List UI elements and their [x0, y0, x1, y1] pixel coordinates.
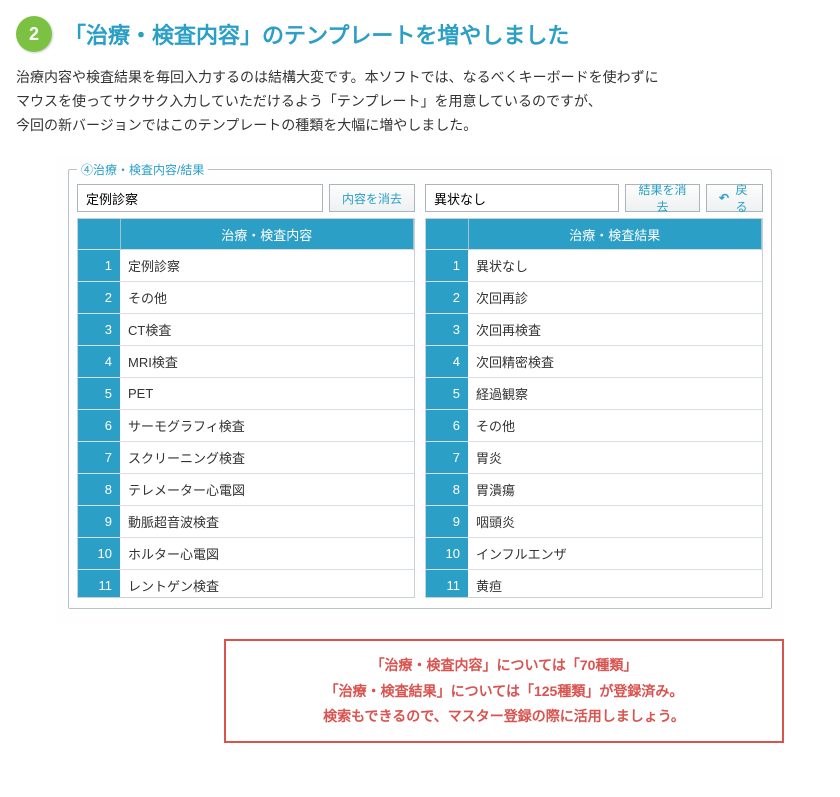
- row-value: インフルエンザ: [468, 537, 762, 569]
- table-row[interactable]: 1異状なし: [426, 249, 762, 281]
- result-grid[interactable]: 治療・検査結果 1異状なし2次回再診3次回再検査4次回精密検査5経過観察6その他…: [425, 218, 763, 598]
- row-number: 3: [78, 313, 120, 345]
- row-number: 1: [426, 249, 468, 281]
- table-row[interactable]: 10インフルエンザ: [426, 537, 762, 569]
- table-row[interactable]: 8テレメーター心電図: [78, 473, 414, 505]
- row-number: 7: [426, 441, 468, 473]
- table-row[interactable]: 2その他: [78, 281, 414, 313]
- row-number: 2: [426, 281, 468, 313]
- table-row[interactable]: 5PET: [78, 377, 414, 409]
- row-number: 8: [78, 473, 120, 505]
- step-badge: 2: [16, 16, 52, 52]
- row-number: 5: [426, 377, 468, 409]
- row-value: 異状なし: [468, 249, 762, 281]
- row-value: 次回精密検査: [468, 345, 762, 377]
- row-value: その他: [120, 281, 414, 313]
- table-row[interactable]: 11レントゲン検査: [78, 569, 414, 598]
- undo-icon: ↶: [719, 191, 729, 205]
- row-value: 次回再検査: [468, 313, 762, 345]
- row-value: 胃潰瘍: [468, 473, 762, 505]
- row-value: その他: [468, 409, 762, 441]
- section-heading: 「治療・検査内容」のテンプレートを増やしました: [64, 18, 569, 50]
- row-number: 2: [78, 281, 120, 313]
- table-row[interactable]: 7胃炎: [426, 441, 762, 473]
- row-number: 6: [426, 409, 468, 441]
- table-row[interactable]: 2次回再診: [426, 281, 762, 313]
- table-row[interactable]: 1定例診察: [78, 249, 414, 281]
- row-value: 胃炎: [468, 441, 762, 473]
- result-panel: 結果を消去 ↶ 戻る 治療・検査結果 1異状なし: [425, 184, 763, 598]
- row-value: サーモグラフィ検査: [120, 409, 414, 441]
- table-row[interactable]: 6その他: [426, 409, 762, 441]
- row-number: 4: [426, 345, 468, 377]
- section-legend: ④治療・検査内容/結果: [77, 161, 208, 178]
- row-number: 1: [78, 249, 120, 281]
- table-row[interactable]: 5経過観察: [426, 377, 762, 409]
- row-value: スクリーニング検査: [120, 441, 414, 473]
- table-row[interactable]: 9咽頭炎: [426, 505, 762, 537]
- intro-text: 治療内容や検査結果を毎回入力するのは結構大変です。本ソフトでは、なるべくキーボー…: [16, 66, 824, 137]
- row-value: 経過観察: [468, 377, 762, 409]
- row-number: 11: [426, 569, 468, 598]
- treatment-input[interactable]: [77, 184, 323, 212]
- row-number: 6: [78, 409, 120, 441]
- treatment-grid-header: 治療・検査内容: [120, 219, 414, 249]
- row-number: 3: [426, 313, 468, 345]
- row-number: 9: [426, 505, 468, 537]
- row-number-header: [426, 219, 468, 249]
- treatment-grid[interactable]: 治療・検査内容 1定例診察2その他3CT検査4MRI検査5PET6サーモグラフィ…: [77, 218, 415, 598]
- table-row[interactable]: 3CT検査: [78, 313, 414, 345]
- row-value: ホルター心電図: [120, 537, 414, 569]
- row-number: 7: [78, 441, 120, 473]
- table-row[interactable]: 9動脈超音波検査: [78, 505, 414, 537]
- table-row[interactable]: 8胃潰瘍: [426, 473, 762, 505]
- row-number: 10: [426, 537, 468, 569]
- row-number-header: [78, 219, 120, 249]
- clear-treatment-button[interactable]: 内容を消去: [329, 184, 415, 212]
- table-row[interactable]: 3次回再検査: [426, 313, 762, 345]
- back-button[interactable]: ↶ 戻る: [706, 184, 763, 212]
- row-value: CT検査: [120, 313, 414, 345]
- row-number: 9: [78, 505, 120, 537]
- callout-box: 「治療・検査内容」については「70種類」 「治療・検査結果」については「125種…: [224, 639, 784, 743]
- row-value: 動脈超音波検査: [120, 505, 414, 537]
- row-number: 10: [78, 537, 120, 569]
- result-grid-header: 治療・検査結果: [468, 219, 762, 249]
- table-row[interactable]: 11黄疸: [426, 569, 762, 598]
- row-value: 定例診察: [120, 249, 414, 281]
- row-number: 4: [78, 345, 120, 377]
- row-number: 8: [426, 473, 468, 505]
- row-value: 黄疸: [468, 569, 762, 598]
- clear-result-button[interactable]: 結果を消去: [625, 184, 700, 212]
- app-window: ④治療・検査内容/結果 内容を消去 治療・検査内容: [56, 157, 784, 625]
- table-row[interactable]: 6サーモグラフィ検査: [78, 409, 414, 441]
- table-row[interactable]: 4MRI検査: [78, 345, 414, 377]
- table-row[interactable]: 4次回精密検査: [426, 345, 762, 377]
- row-value: レントゲン検査: [120, 569, 414, 598]
- row-value: テレメーター心電図: [120, 473, 414, 505]
- result-input[interactable]: [425, 184, 619, 212]
- row-number: 5: [78, 377, 120, 409]
- row-value: PET: [120, 377, 414, 409]
- table-row[interactable]: 7スクリーニング検査: [78, 441, 414, 473]
- row-value: MRI検査: [120, 345, 414, 377]
- table-row[interactable]: 10ホルター心電図: [78, 537, 414, 569]
- treatment-panel: 内容を消去 治療・検査内容 1定例診察2その他3CT検査4MRI検査5PET6サ…: [77, 184, 415, 598]
- row-number: 11: [78, 569, 120, 598]
- row-value: 咽頭炎: [468, 505, 762, 537]
- row-value: 次回再診: [468, 281, 762, 313]
